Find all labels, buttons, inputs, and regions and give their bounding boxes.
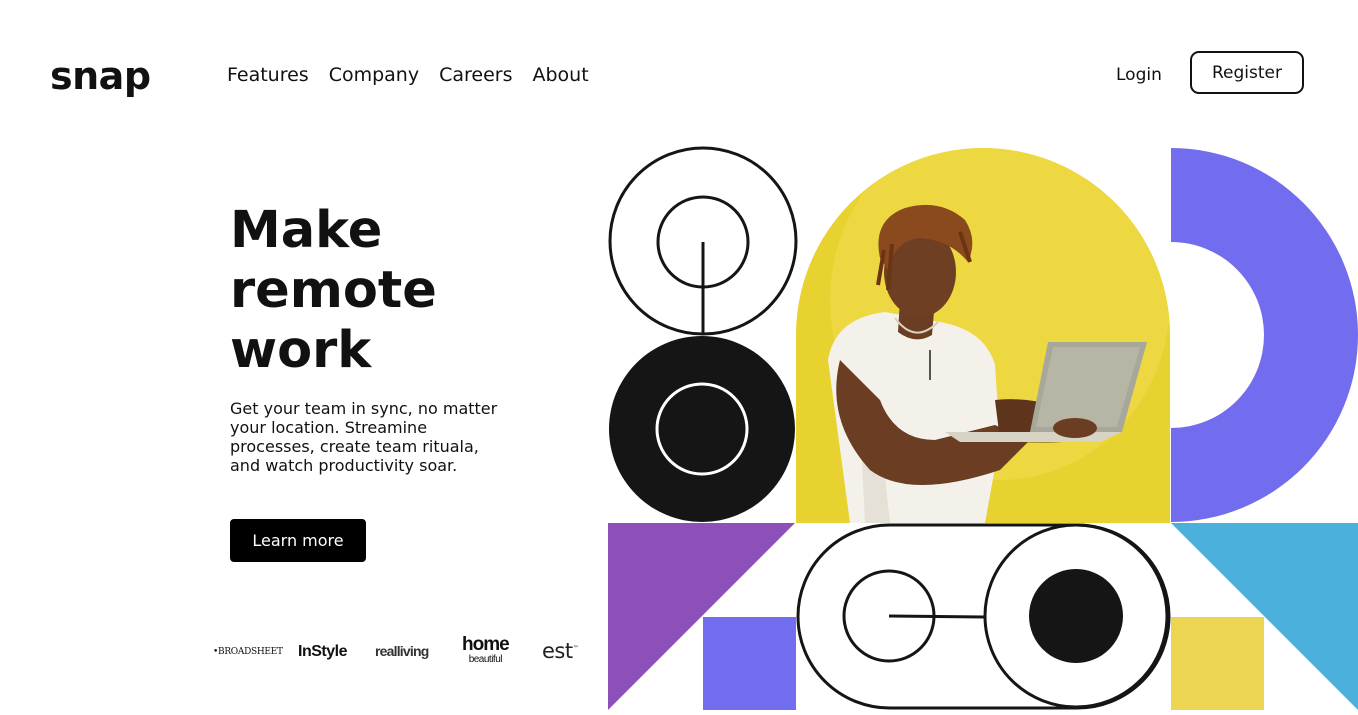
person-photo xyxy=(796,148,1170,523)
black-circle xyxy=(609,336,795,522)
pill-black-dot xyxy=(1029,569,1123,663)
indigo-half-donut xyxy=(1171,148,1358,522)
gold-square xyxy=(1171,617,1264,710)
hero-illustration xyxy=(608,146,1358,710)
indigo-square xyxy=(703,617,796,710)
pill-connector-line xyxy=(888,614,985,619)
